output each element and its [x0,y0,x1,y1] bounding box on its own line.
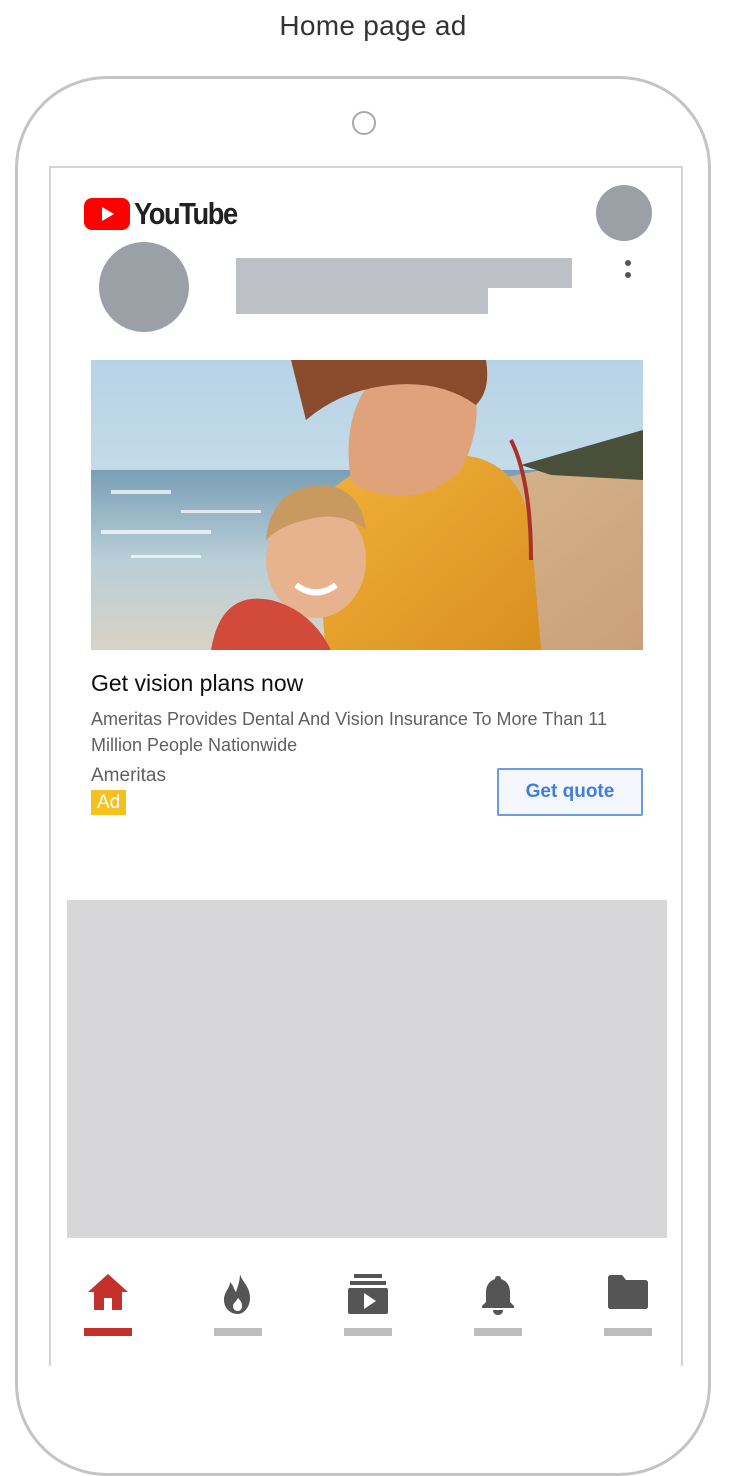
home-icon [88,1274,128,1310]
advertiser-avatar-placeholder [99,242,189,332]
ad-photo [91,360,643,650]
nav-subscriptions-indicator [344,1328,392,1336]
more-options-icon[interactable] [621,260,635,284]
ad-image[interactable] [91,360,643,650]
phone-screen: YouTube Get vision plans now Ameritas Pr… [49,166,683,1366]
bell-icon [482,1276,514,1315]
nav-library-indicator [604,1328,652,1336]
youtube-wordmark: YouTube [134,196,238,231]
account-avatar[interactable] [596,185,652,241]
subline-placeholder [236,288,488,314]
nav-home[interactable] [84,1266,132,1336]
folder-icon [608,1275,648,1309]
subscriptions-icon [348,1274,388,1314]
ad-badge: Ad [91,790,127,815]
nav-home-indicator [84,1328,132,1336]
youtube-logo[interactable]: YouTube [84,196,251,232]
phone-camera [352,111,376,135]
youtube-play-icon [84,198,130,230]
fire-icon [224,1274,250,1314]
headline-placeholder [236,258,572,288]
nav-notifications[interactable] [474,1266,522,1336]
nav-subscriptions[interactable] [344,1266,392,1336]
nav-trending-indicator [214,1328,262,1336]
advertiser-name: Ameritas [91,765,166,786]
content-placeholder [67,900,667,1238]
ad-title[interactable]: Get vision plans now [91,670,303,697]
nav-notifications-indicator [474,1328,522,1336]
ad-description: Ameritas Provides Dental And Vision Insu… [91,709,607,755]
nav-trending[interactable] [214,1266,262,1336]
get-quote-button[interactable]: Get quote [497,768,643,816]
nav-library[interactable] [604,1266,652,1336]
page-caption: Home page ad [279,10,467,41]
